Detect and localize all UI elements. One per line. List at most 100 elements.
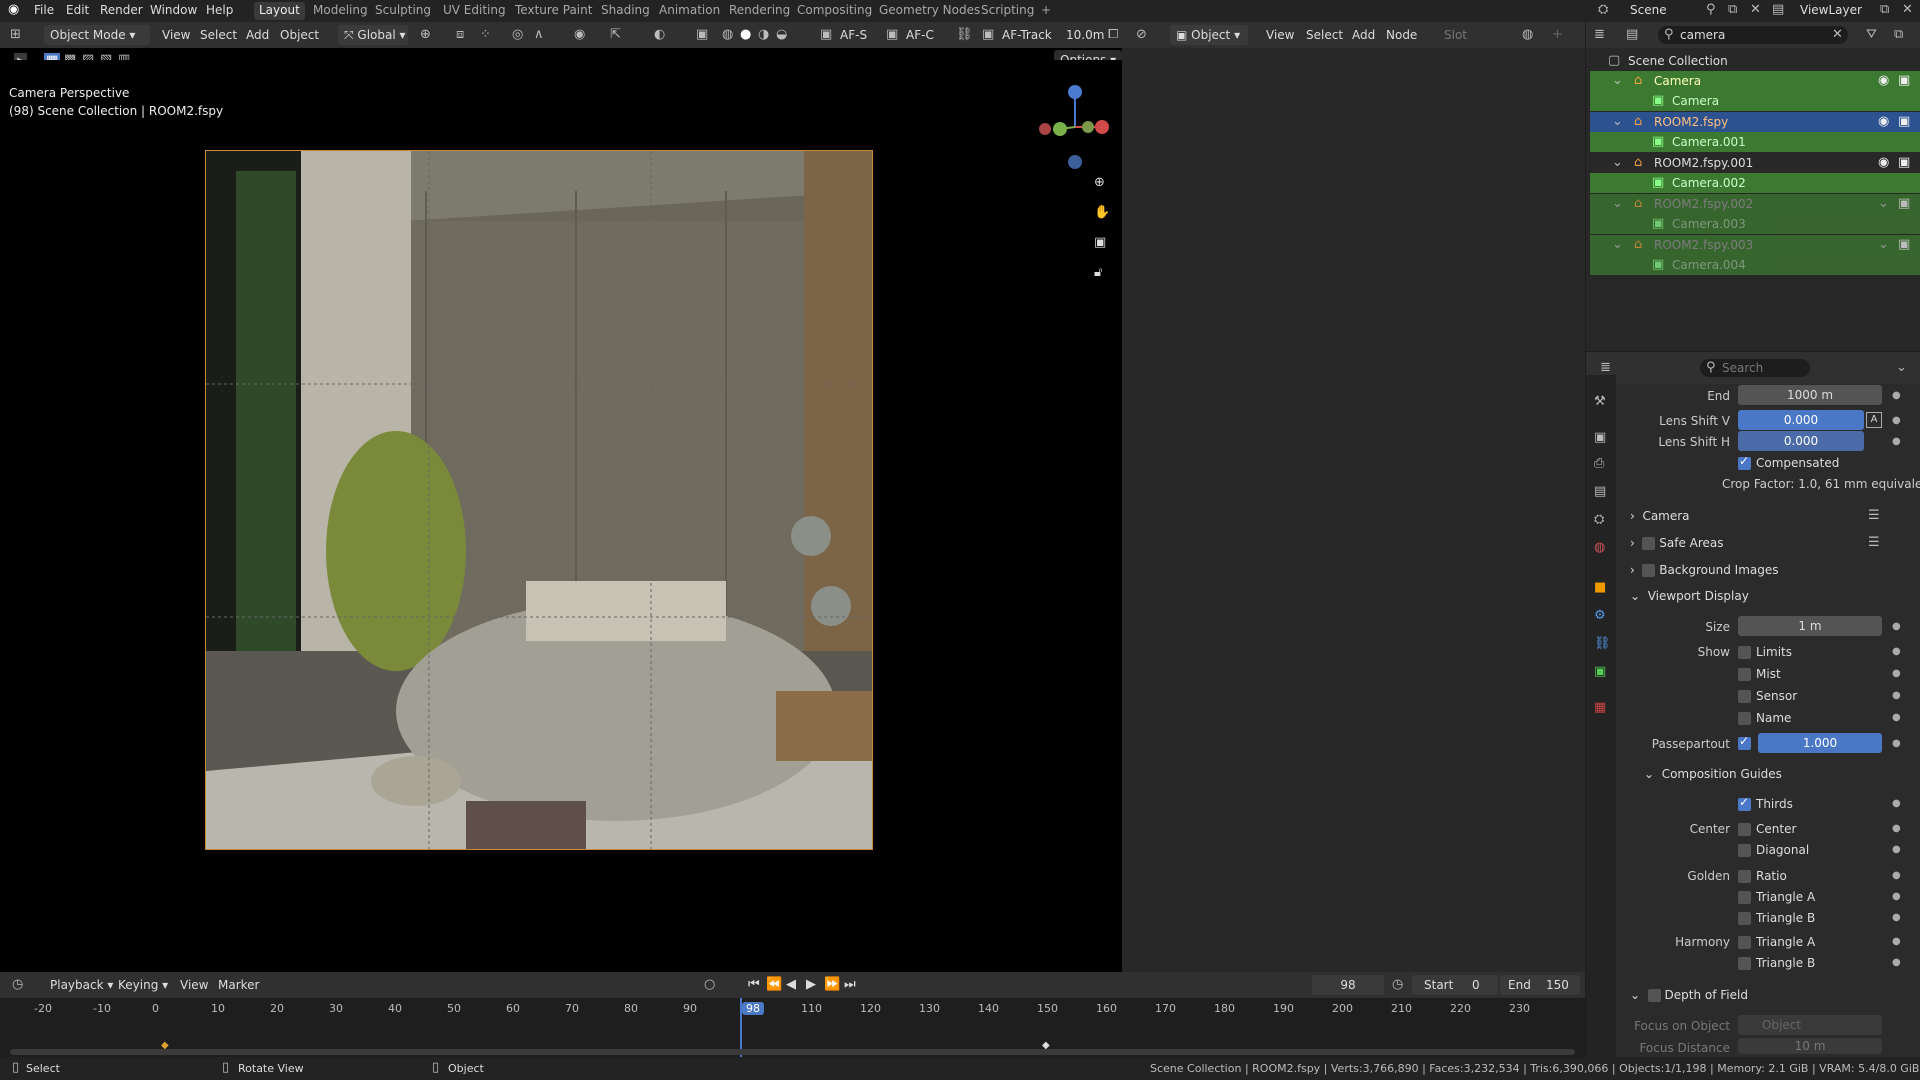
blender-logo-icon[interactable]: ◉ [8, 3, 19, 17]
visibility-icon[interactable]: ◉ [574, 28, 585, 42]
focus-object-field[interactable]: Object [1738, 1015, 1882, 1035]
editor-type-icon[interactable]: ≣ [1594, 28, 1605, 42]
start-frame-field[interactable]: Start 0 [1412, 975, 1498, 995]
timeline-ruler[interactable]: -20 -10 0 10 20 30 40 50 60 70 80 90 98 110 120 130 140 1… [0, 998, 1585, 1057]
menu-render[interactable]: Render [100, 3, 143, 17]
tab-uv-editing[interactable]: UV Editing [438, 3, 511, 17]
object-dropdown[interactable]: ▣ Object ▾ [1170, 25, 1248, 45]
outliner-row-camera-data[interactable]: ▣ Camera [1590, 91, 1920, 111]
menu-edit[interactable]: Edit [66, 3, 89, 17]
list-icon[interactable]: ☰ [1868, 536, 1880, 550]
camera-icon[interactable]: ▣ [886, 28, 898, 42]
limits-checkbox[interactable] [1738, 646, 1751, 659]
focus-distance-field[interactable]: 10 m [1738, 1038, 1882, 1054]
keyframe-dot[interactable]: ● [1892, 712, 1901, 723]
slot-dropdown[interactable]: Slot [1444, 28, 1467, 42]
keyframe-dot[interactable]: ● [1892, 936, 1901, 947]
add-workspace-icon[interactable]: + [1036, 3, 1056, 17]
new-collection-icon[interactable]: ⧉ [1894, 28, 1903, 42]
keying-dropdown[interactable]: Keying ▾ [118, 978, 168, 992]
rendered-shading-icon[interactable]: ◒ [776, 28, 787, 42]
xray-icon[interactable]: ▣ [696, 28, 708, 42]
camera-view-icon[interactable]: ▣ [1094, 236, 1106, 250]
tab-geometry-nodes[interactable]: Geometry Nodes [874, 3, 985, 17]
thirds-checkbox[interactable] [1738, 795, 1751, 811]
texture-tab-icon[interactable]: ▦ [1594, 701, 1606, 715]
prev-keyframe-icon[interactable]: ⏪ [766, 978, 782, 992]
scene-name[interactable]: Scene [1630, 3, 1667, 17]
render-camera-icon[interactable]: ▣ [1898, 197, 1910, 211]
menu-view[interactable]: View [180, 978, 208, 992]
clip-end-field[interactable]: 1000 m [1738, 385, 1882, 405]
render-camera-icon[interactable]: ▣ [1898, 156, 1910, 170]
chevron-down-icon[interactable]: ⌄ [1896, 361, 1907, 375]
menu-node[interactable]: Node [1386, 28, 1417, 42]
section-depth-of-field[interactable]: ⌄ Depth of Field [1630, 988, 1748, 1002]
camera-icon[interactable]: ▣ [982, 28, 994, 42]
menu-marker[interactable]: Marker [218, 978, 259, 992]
timeline-scrollbar[interactable] [10, 1049, 1575, 1055]
node-editor-area[interactable] [1122, 48, 1585, 972]
keyframe-dot[interactable]: ● [1892, 621, 1901, 632]
passepartout-alpha-field[interactable]: 1.000 [1758, 733, 1882, 753]
tab-rendering[interactable]: Rendering [724, 3, 795, 17]
viewlayer-name[interactable]: ViewLayer [1800, 3, 1862, 17]
section-composition-guides[interactable]: ⌄ Composition Guides [1644, 767, 1782, 781]
eye-closed-icon[interactable]: ⌄ [1878, 238, 1889, 252]
outliner-row-scene-collection[interactable]: ▢ Scene Collection [1590, 51, 1920, 71]
tool-tab-icon[interactable]: ⚒ [1594, 395, 1606, 409]
safe-areas-checkbox[interactable] [1642, 537, 1656, 550]
close-icon[interactable]: ✕ [1902, 3, 1913, 17]
keyframe-dot[interactable]: ● [1892, 668, 1901, 679]
dof-checkbox[interactable] [1647, 989, 1661, 1002]
close-icon[interactable]: ✕ [1750, 3, 1761, 17]
material-shading-icon[interactable]: ◑ [758, 28, 769, 42]
tab-compositing[interactable]: Compositing [792, 3, 877, 17]
solid-shading-icon[interactable]: ● [740, 28, 751, 42]
world-tab-icon[interactable]: ◍ [1594, 541, 1605, 555]
animate-toggle[interactable]: A [1866, 412, 1882, 428]
current-frame-field[interactable]: 98 [1312, 975, 1384, 995]
next-keyframe-icon[interactable]: ⏩ [824, 978, 840, 992]
sensor-checkbox[interactable] [1738, 690, 1751, 703]
menu-window[interactable]: Window [150, 3, 197, 17]
tab-sculpting[interactable]: Sculpting [370, 3, 436, 17]
navigation-gizmo[interactable] [1030, 82, 1120, 172]
jump-end-icon[interactable]: ⏭ [844, 978, 856, 992]
menu-file[interactable]: File [34, 3, 54, 17]
passepartout-checkbox[interactable] [1738, 734, 1751, 750]
center-checkbox[interactable] [1738, 823, 1751, 836]
chevron-down-icon[interactable]: ⌄ [1612, 115, 1623, 129]
keyframe-dot[interactable]: ● [1892, 390, 1901, 401]
lock-icon[interactable]: 🔓︎ [1094, 266, 1102, 280]
new-scene-icon[interactable]: ⧉ [1728, 3, 1737, 17]
orientation-dropdown[interactable]: ⤧ Global ▾ [338, 25, 408, 45]
pivot-icon[interactable]: ⊕ [420, 28, 431, 42]
golden-triangle-b-checkbox[interactable] [1738, 912, 1751, 925]
scene-tab-icon[interactable]: ⛭ [1594, 513, 1604, 527]
camera-data-tab-icon[interactable]: ▣ [1594, 665, 1606, 679]
jump-start-icon[interactable]: ⏮ [748, 978, 760, 992]
render-tab-icon[interactable]: ▣ [1594, 431, 1606, 445]
new-icon[interactable]: + [1552, 28, 1563, 42]
outliner-row-room2-fspy-001[interactable]: ⌄ ⌂ ROOM2.fspy.001 ◉ ▣ [1590, 153, 1920, 173]
proportional-edit-icon[interactable]: ◎ [512, 28, 523, 42]
outliner-search-input[interactable]: ⚲ camera ✕ [1658, 26, 1848, 44]
overlay-icon[interactable]: ◐ [654, 28, 665, 42]
af-s-button[interactable]: AF-S [840, 28, 867, 42]
tab-texture-paint[interactable]: Texture Paint [510, 3, 597, 17]
keyframe-dot[interactable]: ● [1892, 738, 1901, 749]
keyframe-dot[interactable]: ● [1892, 646, 1901, 657]
keyframe-dot[interactable]: ● [1892, 891, 1901, 902]
tab-modeling[interactable]: Modeling [308, 3, 373, 17]
tab-shading[interactable]: Shading [596, 3, 655, 17]
play-icon[interactable]: ▶ [806, 978, 816, 992]
keyframe-dot[interactable]: ● [1892, 798, 1901, 809]
section-background-images[interactable]: › Background Images [1630, 563, 1779, 577]
keyframe-dot[interactable]: ● [1892, 823, 1901, 834]
falloff-icon[interactable]: ∧ [534, 28, 544, 42]
outliner-row-camera-002[interactable]: ▣ Camera.002 [1590, 173, 1920, 193]
compensated-checkbox[interactable] [1738, 454, 1751, 470]
3d-viewport[interactable]: Camera Perspective (98) Scene Collection… [0, 60, 1122, 972]
zoom-icon[interactable]: ⊕ [1094, 176, 1105, 190]
